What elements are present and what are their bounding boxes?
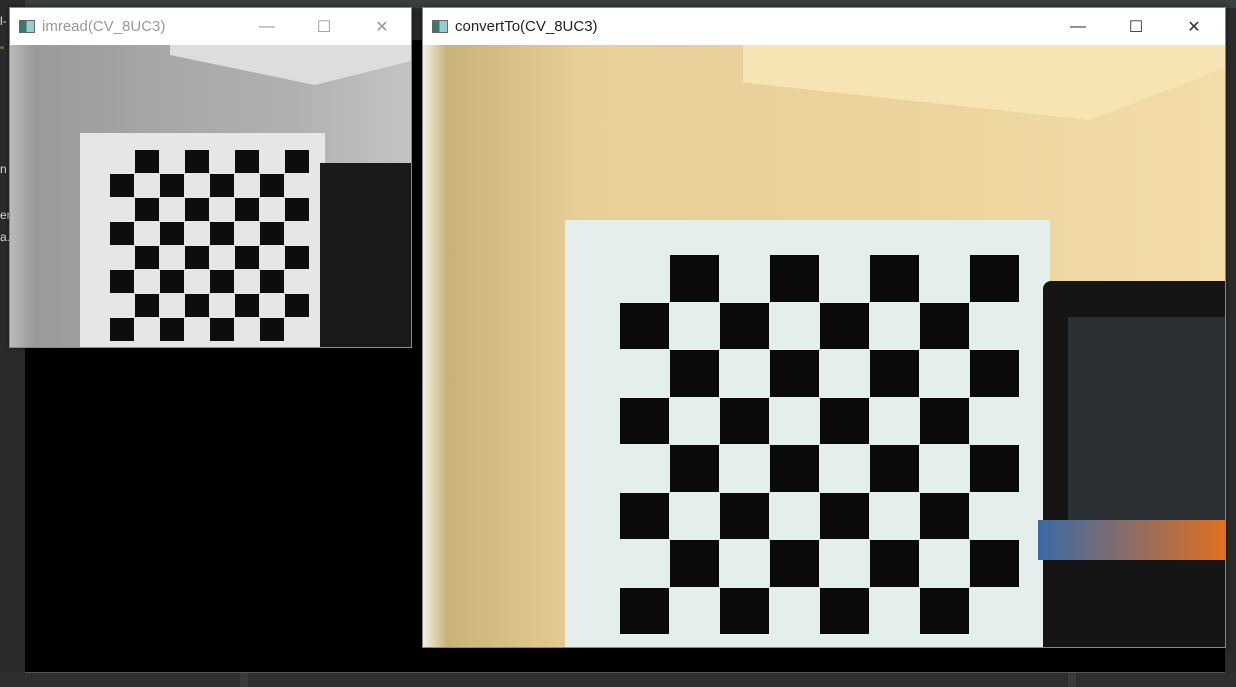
checker-square — [720, 302, 769, 349]
checker-square — [770, 445, 819, 492]
checker-square — [185, 246, 209, 269]
editor-text: ” — [0, 44, 4, 58]
checker-square — [285, 246, 309, 269]
checker-square — [160, 174, 184, 197]
checker-square — [670, 540, 719, 587]
checker-square — [135, 198, 159, 221]
checker-square — [185, 198, 209, 221]
checker-square — [110, 222, 134, 245]
checker-square — [870, 540, 919, 587]
app-icon — [19, 20, 35, 33]
checker-square — [235, 246, 259, 269]
window-title: convertTo(CV_8UC3) — [455, 18, 598, 35]
checker-square — [185, 150, 209, 173]
checker-square — [235, 294, 259, 317]
checker-square — [820, 397, 869, 444]
checker-square — [870, 255, 919, 302]
checker-square — [210, 270, 234, 293]
checker-square — [160, 270, 184, 293]
checker-square — [260, 270, 284, 293]
maximize-button[interactable]: ☐ — [295, 8, 353, 45]
title-bar[interactable]: convertTo(CV_8UC3) — ☐ ✕ — [423, 8, 1225, 45]
checker-square — [185, 294, 209, 317]
checker-square — [210, 222, 234, 245]
editor-text: l- — [0, 14, 7, 28]
checker-square — [820, 302, 869, 349]
title-bar[interactable]: imread(CV_8UC3) — ☐ ✕ — [10, 8, 411, 45]
checker-square — [670, 350, 719, 397]
window-title: imread(CV_8UC3) — [42, 18, 166, 35]
laptop-screen — [320, 163, 411, 347]
checker-square — [970, 540, 1019, 587]
checker-square — [620, 492, 669, 539]
checker-square — [285, 294, 309, 317]
checker-square — [285, 198, 309, 221]
checker-square — [720, 397, 769, 444]
imread-window[interactable]: imread(CV_8UC3) — ☐ ✕ — [9, 7, 412, 348]
convertto-window[interactable]: convertTo(CV_8UC3) — ☐ ✕ — [422, 7, 1226, 648]
checker-square — [870, 350, 919, 397]
checker-square — [620, 302, 669, 349]
grayscale-image — [10, 45, 411, 347]
checker-square — [970, 445, 1019, 492]
close-button[interactable]: ✕ — [353, 8, 411, 45]
checker-square — [670, 445, 719, 492]
checker-square — [670, 255, 719, 302]
minimize-button[interactable]: — — [1049, 8, 1107, 45]
minimize-button[interactable]: — — [238, 8, 296, 45]
checker-square — [110, 174, 134, 197]
checker-square — [920, 397, 969, 444]
checker-square — [235, 150, 259, 173]
checker-square — [135, 246, 159, 269]
checker-square — [235, 198, 259, 221]
checker-square — [920, 302, 969, 349]
checker-square — [110, 270, 134, 293]
checker-square — [260, 174, 284, 197]
checker-square — [820, 492, 869, 539]
checker-square — [970, 255, 1019, 302]
checker-square — [770, 255, 819, 302]
laptop-display — [1068, 317, 1225, 537]
checker-square — [970, 350, 1019, 397]
editor-text: n — [0, 162, 7, 176]
checker-square — [110, 318, 134, 341]
checker-square — [210, 318, 234, 341]
checker-square — [720, 492, 769, 539]
checker-square — [260, 222, 284, 245]
checker-square — [260, 318, 284, 341]
checker-square — [870, 445, 919, 492]
checker-square — [920, 492, 969, 539]
checker-square — [160, 318, 184, 341]
checker-square — [135, 150, 159, 173]
checker-square — [135, 294, 159, 317]
app-icon — [432, 20, 448, 33]
checker-square — [770, 540, 819, 587]
close-button[interactable]: ✕ — [1165, 8, 1223, 45]
checker-square — [210, 174, 234, 197]
checker-square — [620, 587, 669, 634]
checker-square — [285, 150, 309, 173]
checker-square — [920, 587, 969, 634]
checker-square — [160, 222, 184, 245]
maximize-button[interactable]: ☐ — [1107, 8, 1165, 45]
color-image — [423, 45, 1225, 647]
checker-square — [770, 350, 819, 397]
checker-square — [820, 587, 869, 634]
checker-square — [620, 397, 669, 444]
ide-status-bar — [0, 673, 1236, 687]
checker-square — [720, 587, 769, 634]
